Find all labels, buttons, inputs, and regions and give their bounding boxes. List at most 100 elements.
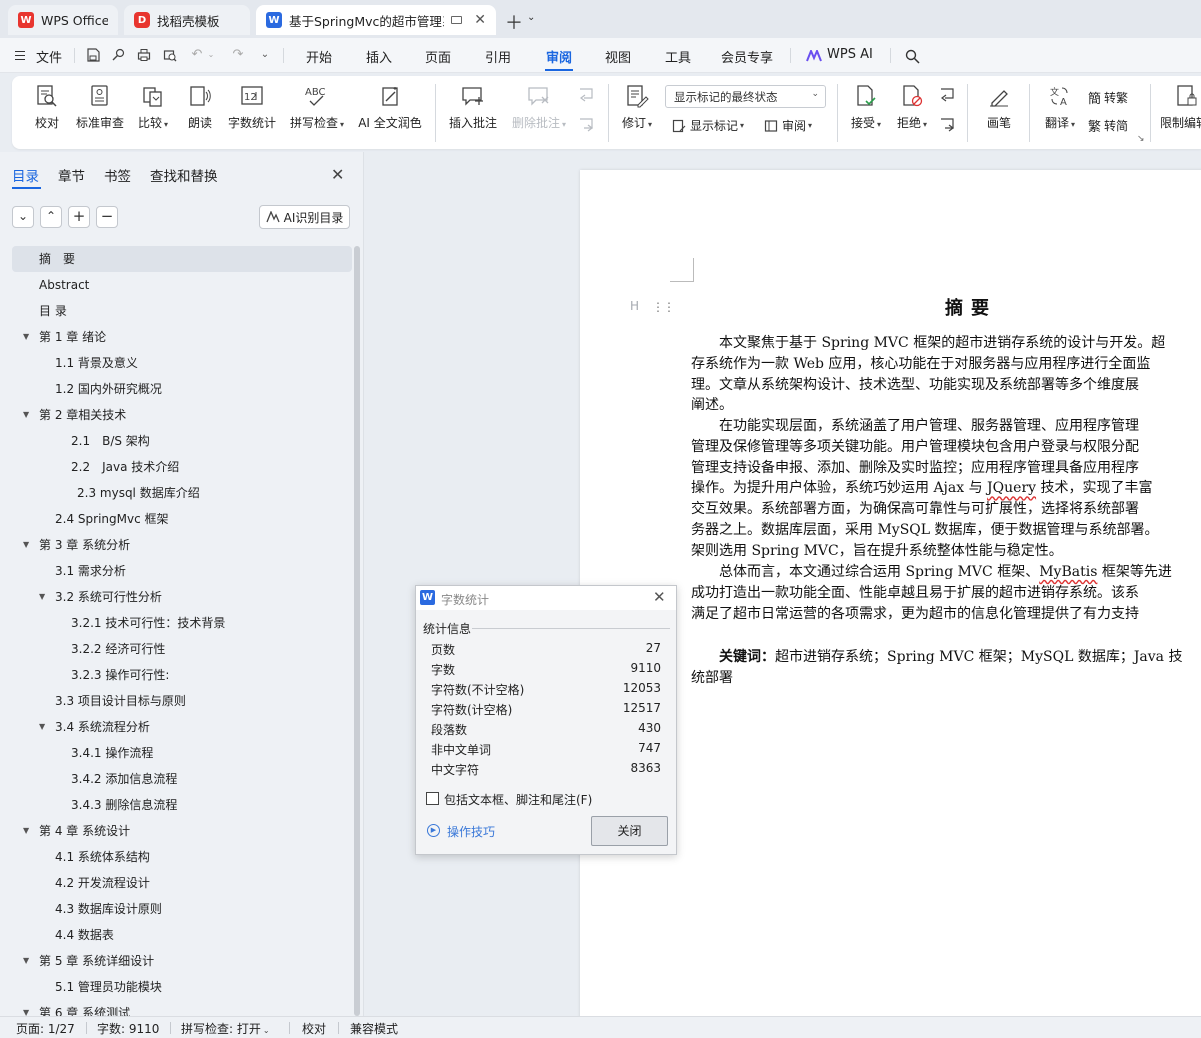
brush-icon[interactable] — [111, 48, 125, 62]
dialog-title-bar[interactable]: W 字数统计 ✕ — [416, 586, 676, 610]
expand-arrow-icon[interactable]: ▼ — [23, 818, 29, 844]
toc-item[interactable]: 3.2.2 经济可行性 — [12, 636, 352, 662]
toc-item[interactable]: ▼ 第 4 章 系统设计 — [12, 818, 352, 844]
toc-item[interactable]: 3.2.3 操作可行性: — [12, 662, 352, 688]
print-icon[interactable] — [137, 48, 151, 62]
expand-arrow-icon[interactable]: ▼ — [39, 584, 45, 610]
redo-icon[interactable]: ↷ — [231, 48, 245, 62]
spelling-error-mark[interactable]: MyBatis — [1039, 564, 1097, 580]
review-pane-button[interactable]: 审阅 ▾ — [764, 117, 812, 134]
delete-comment-button[interactable]: 删除批注 ▾ — [508, 84, 570, 131]
to-traditional-button[interactable]: 簡转繁 — [1088, 88, 1128, 107]
play-icon[interactable]: ▶ — [427, 824, 440, 837]
close-pane-icon[interactable]: ✕ — [331, 165, 344, 184]
previous-comment-icon[interactable] — [577, 87, 595, 103]
ink-pen-button[interactable]: 画笔 — [982, 84, 1016, 131]
toc-item[interactable]: 目 录 — [12, 298, 352, 324]
tab-docer-templates[interactable]: D 找稻壳模板 — [124, 5, 250, 35]
group-expand-icon[interactable]: ↘ — [1137, 134, 1145, 144]
next-change-icon[interactable] — [938, 117, 956, 133]
collapse-down-button[interactable]: ⌄ — [12, 206, 34, 228]
spelling-error-mark[interactable]: JQuery — [987, 480, 1036, 496]
toc-item[interactable]: 摘 要 — [12, 246, 352, 272]
menu-page[interactable]: 页面 — [425, 47, 451, 66]
next-comment-icon[interactable] — [577, 117, 595, 133]
tab-wps-office[interactable]: W WPS Office — [8, 5, 118, 35]
ai-polish-button[interactable]: AI 全文润色 — [358, 84, 422, 131]
drag-handle-icon[interactable]: ⋮⋮ — [652, 300, 675, 314]
toc-item[interactable]: 3.1 需求分析 — [12, 558, 352, 584]
previous-change-icon[interactable] — [938, 87, 956, 103]
show-markup-button[interactable]: 显示标记 ▾ — [672, 117, 744, 134]
toc-item[interactable]: ▼ 第 3 章 系统分析 — [12, 532, 352, 558]
toc-item[interactable]: 4.4 数据表 — [12, 922, 352, 948]
expand-arrow-icon[interactable]: ▼ — [23, 402, 29, 428]
status-spell-check[interactable]: 拼写检查: 打开 ⌄ — [181, 1020, 270, 1037]
demote-level-button[interactable]: − — [96, 206, 118, 228]
menu-tools[interactable]: 工具 — [665, 47, 691, 66]
nav-tab-find-replace[interactable]: 查找和替换 — [150, 165, 218, 185]
expand-arrow-icon[interactable]: ▼ — [39, 714, 45, 740]
tips-link[interactable]: 操作技巧 — [447, 823, 495, 840]
to-simplified-button[interactable]: 繁转简 — [1088, 116, 1128, 135]
toc-item[interactable]: 2.4 SpringMvc 框架 — [12, 506, 352, 532]
toc-item[interactable]: 2.1 B/S 架构 — [12, 428, 352, 454]
include-textboxes-label[interactable]: 包括文本框、脚注和尾注(F) — [444, 791, 592, 808]
undo-dropdown-icon[interactable]: ⌄ — [204, 48, 218, 62]
menu-file[interactable]: 文件 — [36, 47, 62, 66]
menu-view[interactable]: 视图 — [605, 47, 631, 66]
toc-item[interactable]: 1.1 背景及意义 — [12, 350, 352, 376]
close-button[interactable]: 关闭 — [591, 816, 668, 846]
translate-button[interactable]: 文A 翻译 ▾ — [1040, 84, 1080, 131]
reject-button[interactable]: 拒绝 ▾ — [893, 84, 931, 131]
status-word-count[interactable]: 字数: 9110 — [97, 1020, 159, 1037]
hamburger-menu-icon[interactable] — [15, 51, 25, 60]
new-tab-icon[interactable]: ＋ — [505, 9, 523, 35]
menu-insert[interactable]: 插入 — [366, 47, 392, 66]
toc-item[interactable]: 2.2 Java 技术介绍 — [12, 454, 352, 480]
monitor-icon[interactable] — [451, 16, 462, 24]
toc-item[interactable]: 1.2 国内外研究概况 — [12, 376, 352, 402]
markup-mode-select[interactable]: 显示标记的最终状态 ⌄ — [665, 85, 826, 108]
word-count-button[interactable]: 12 字数统计 — [226, 84, 278, 131]
menu-review[interactable]: 审阅 — [546, 47, 572, 66]
nav-tab-toc[interactable]: 目录 — [12, 165, 39, 185]
nav-scrollbar[interactable] — [354, 246, 360, 1016]
toc-item[interactable]: 4.1 系统体系结构 — [12, 844, 352, 870]
toc-item[interactable]: 5.1 管理员功能模块 — [12, 974, 352, 1000]
proofread-button[interactable]: 校对 — [32, 84, 62, 131]
track-changes-button[interactable]: 修订 ▾ — [618, 84, 656, 131]
close-icon[interactable]: ✕ — [653, 588, 666, 606]
status-proofread[interactable]: 校对 — [302, 1020, 326, 1037]
expand-arrow-icon[interactable]: ▼ — [23, 532, 29, 558]
restrict-edit-button[interactable]: 限制编辑 — [1160, 84, 1201, 131]
toc-item[interactable]: 2.3 mysql 数据库介绍 — [12, 480, 352, 506]
standard-review-button[interactable]: 标准审查 — [74, 84, 126, 131]
toc-item[interactable]: 3.3 项目设计目标与原则 — [12, 688, 352, 714]
spell-check-button[interactable]: ABC 拼写检查 ▾ — [288, 84, 346, 131]
menu-home[interactable]: 开始 — [306, 47, 332, 66]
search-icon[interactable] — [905, 49, 920, 64]
include-textboxes-checkbox[interactable] — [426, 792, 439, 805]
status-page[interactable]: 页面: 1/27 — [16, 1020, 75, 1037]
toc-item[interactable]: 3.4.3 删除信息流程 — [12, 792, 352, 818]
accept-button[interactable]: 接受 ▾ — [847, 84, 885, 131]
toc-item[interactable]: ▼ 3.4 系统流程分析 — [12, 714, 352, 740]
collapse-up-button[interactable]: ⌃ — [40, 206, 62, 228]
toc-item[interactable]: 3.4.2 添加信息流程 — [12, 766, 352, 792]
toc-item[interactable]: 3.4.1 操作流程 — [12, 740, 352, 766]
tab-document[interactable]: W 基于SpringMvc的超市管理系 ✕ — [256, 5, 496, 35]
toc-item[interactable]: 3.2.1 技术可行性：技术背景 — [12, 610, 352, 636]
close-tab-icon[interactable]: ✕ — [474, 12, 486, 28]
toc-item[interactable]: 4.2 开发流程设计 — [12, 870, 352, 896]
toc-item[interactable]: 4.3 数据库设计原则 — [12, 896, 352, 922]
expand-arrow-icon[interactable]: ▼ — [23, 324, 29, 350]
toc-item[interactable]: Abstract — [12, 272, 352, 298]
insert-comment-button[interactable]: 插入批注 — [448, 84, 498, 131]
compare-button[interactable]: 比较 ▾ — [136, 84, 170, 131]
toc-item[interactable]: ▼ 第 2 章相关技术 — [12, 402, 352, 428]
toc-item[interactable]: ▼ 第 1 章 绪论 — [12, 324, 352, 350]
expand-arrow-icon[interactable]: ▼ — [23, 948, 29, 974]
save-icon[interactable] — [86, 48, 100, 62]
menu-member[interactable]: 会员专享 — [721, 47, 773, 66]
